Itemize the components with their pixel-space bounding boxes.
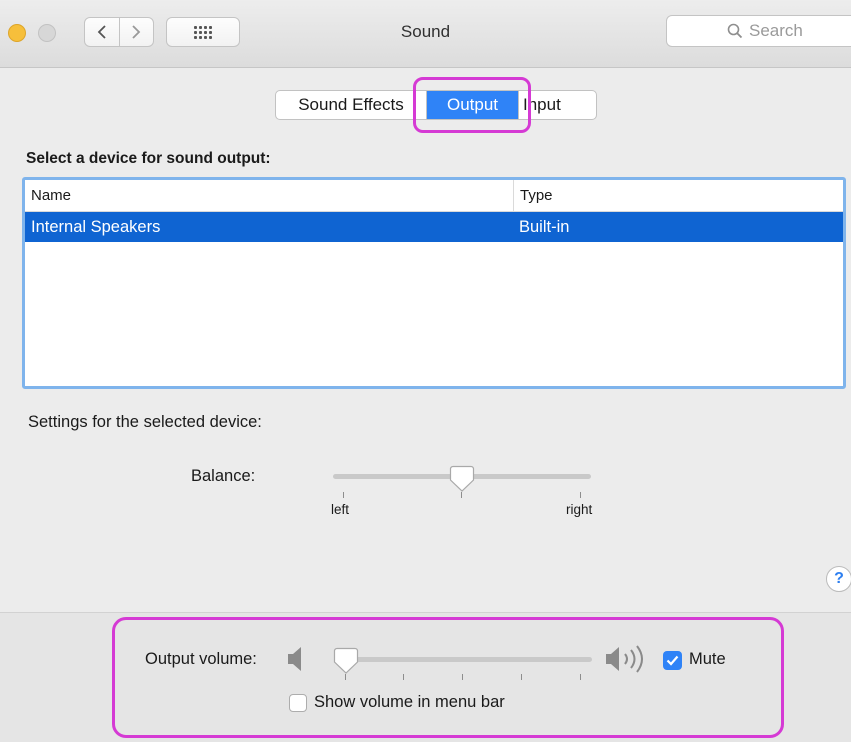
device-type-cell: Built-in: [519, 217, 570, 236]
volume-slider-thumb[interactable]: [333, 647, 359, 675]
mute-checkbox[interactable]: [663, 651, 682, 670]
search-field[interactable]: Search: [666, 15, 851, 47]
balance-left-label: left: [331, 502, 350, 517]
table-row[interactable]: Internal Speakers Built-in: [25, 212, 843, 242]
help-button[interactable]: ?: [826, 566, 851, 592]
balance-label: Balance:: [191, 467, 256, 485]
balance-right-label: right: [566, 502, 593, 517]
output-device-table[interactable]: Name Type Internal Speakers Built-in: [22, 177, 846, 389]
speaker-high-icon: [606, 645, 643, 673]
title-bar: Sound Search: [0, 0, 851, 68]
volume-tick: [580, 674, 581, 680]
output-tab-annotation: [413, 77, 531, 133]
table-header: Name Type: [25, 180, 843, 212]
search-icon: [727, 23, 743, 39]
sound-preferences-window: Sound Search Sound Effects Output Input …: [0, 0, 851, 742]
search-placeholder: Search: [749, 21, 803, 40]
checkmark-icon: [666, 655, 679, 666]
volume-tick: [462, 674, 463, 680]
output-volume-label: Output volume:: [145, 650, 257, 668]
balance-slider-thumb[interactable]: [449, 465, 475, 493]
volume-controls-annotation: [112, 617, 784, 738]
output-device-heading: Select a device for sound output:: [26, 150, 271, 167]
column-header-name[interactable]: Name: [25, 180, 513, 211]
balance-tick: [580, 492, 581, 498]
show-volume-menubar-label[interactable]: Show volume in menu bar: [314, 693, 505, 712]
volume-tick: [521, 674, 522, 680]
tab-sound-effects[interactable]: Sound Effects: [276, 91, 427, 119]
mute-label[interactable]: Mute: [689, 650, 726, 669]
volume-tick: [403, 674, 404, 680]
column-header-type[interactable]: Type: [513, 180, 843, 211]
device-name-cell: Internal Speakers: [31, 217, 161, 236]
settings-heading: Settings for the selected device:: [28, 413, 262, 431]
volume-slider-track[interactable]: [335, 657, 592, 662]
speaker-low-icon: [288, 647, 301, 671]
show-volume-menubar-checkbox[interactable]: [289, 694, 307, 712]
balance-tick: [343, 492, 344, 498]
